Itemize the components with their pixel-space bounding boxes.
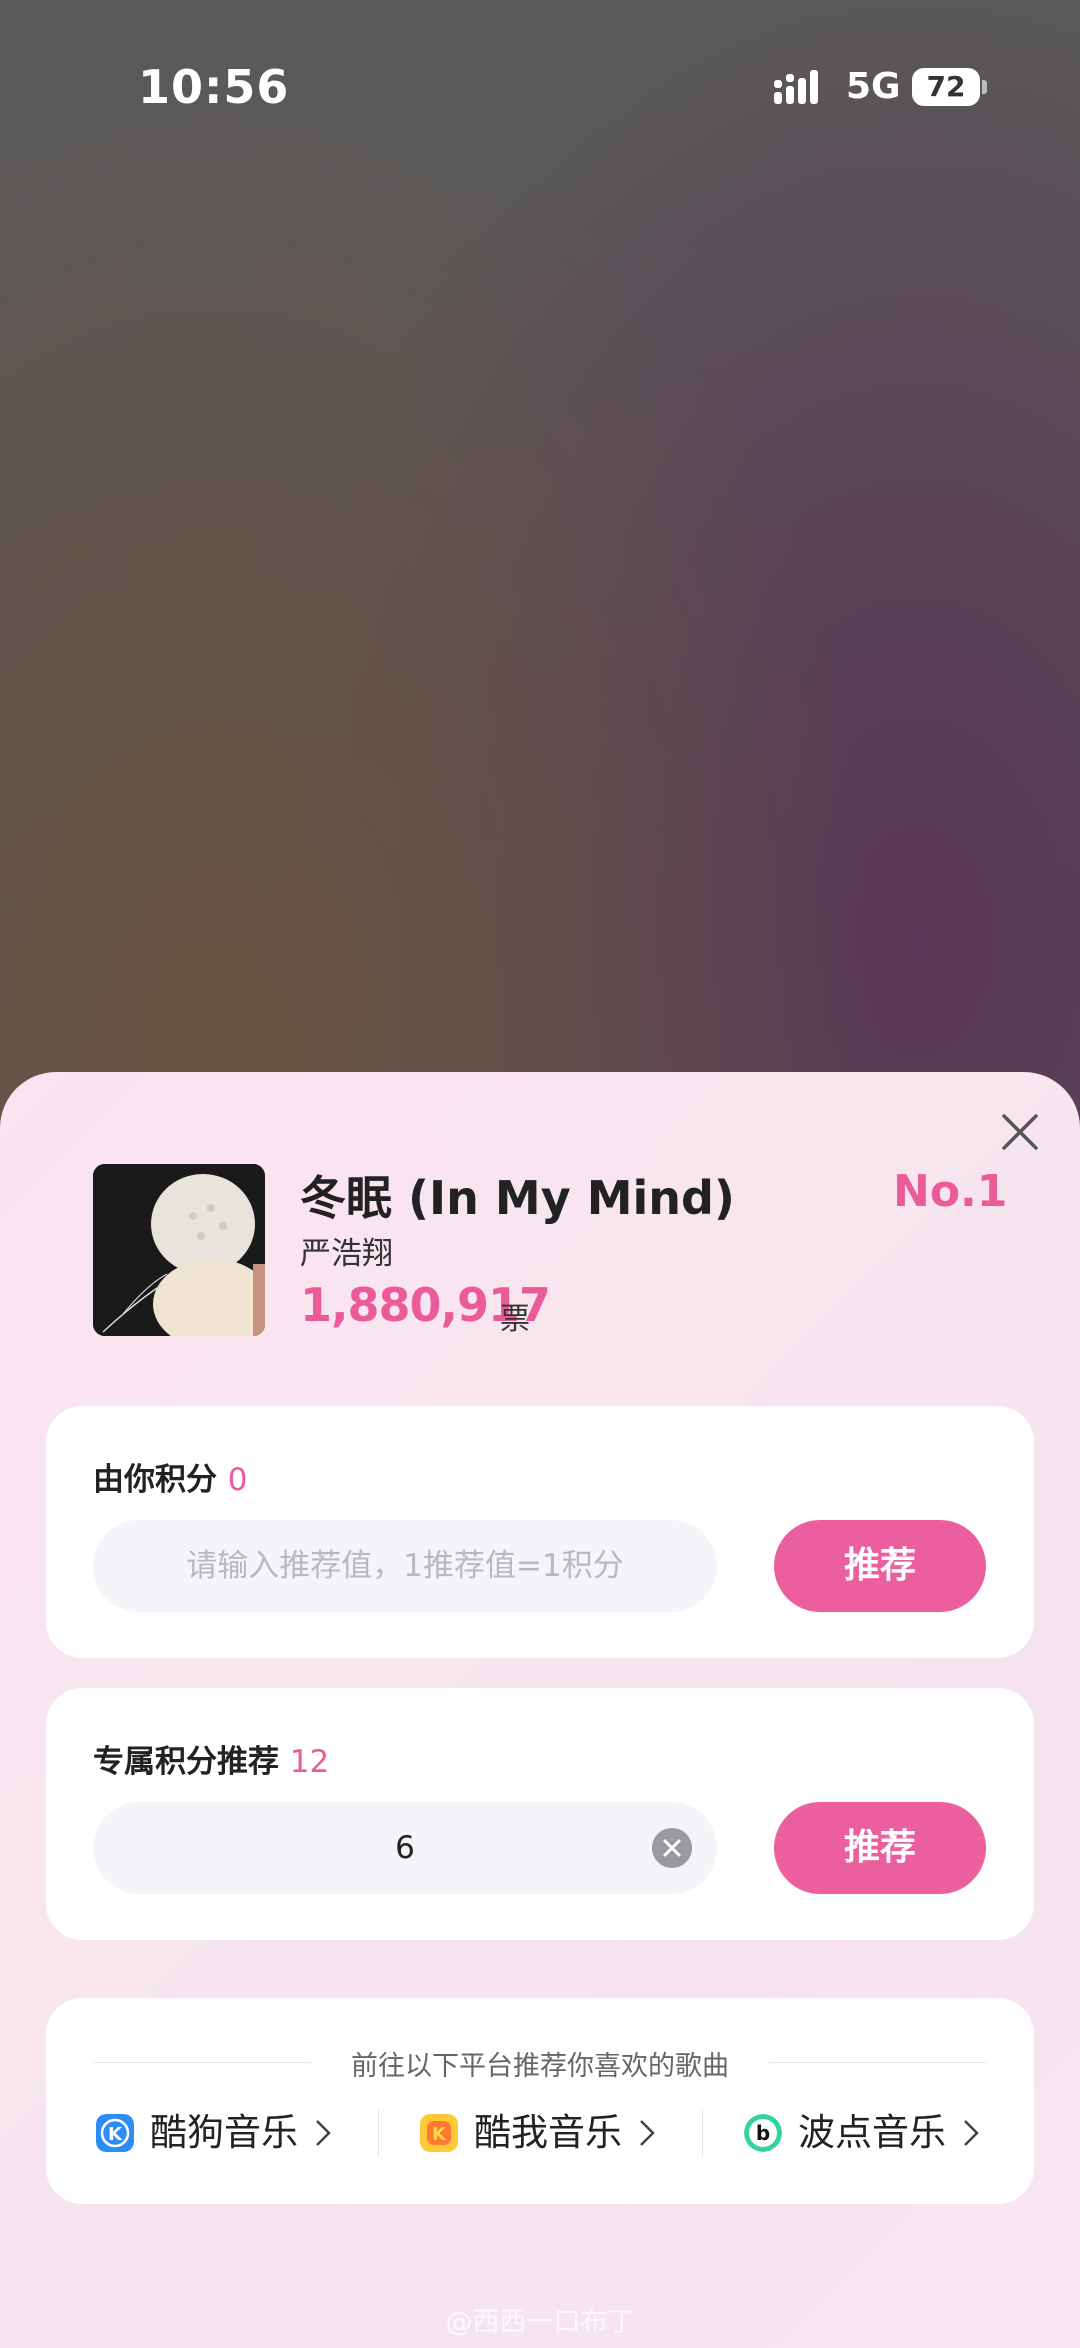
points-label: 由你积分 0 (93, 1454, 248, 1499)
chevron-right-icon (964, 2120, 979, 2146)
album-cover (93, 1164, 265, 1336)
exclusive-points-card: 专属积分推荐 12 6 推荐 (46, 1688, 1034, 1940)
battery-indicator: 72 (912, 68, 980, 106)
kugou-icon: K (96, 2114, 134, 2152)
status-bar: 10:56 5G 72 (0, 0, 1080, 176)
svg-text:b: b (756, 2121, 770, 2145)
points-card: 由你积分 0 请输入推荐值，1推荐值=1积分 推荐 (46, 1406, 1034, 1658)
platform-kuwo[interactable]: 酷我音乐 (474, 2108, 622, 2158)
platform-hint: 前往以下平台推荐你喜欢的歌曲 (351, 2051, 729, 2082)
vote-unit: 票 (500, 1302, 530, 1337)
svg-text:K: K (108, 2124, 123, 2145)
points-label-text: 由你积分 (93, 1462, 217, 1498)
platform-card (46, 1998, 1034, 2204)
bodian-icon: b (744, 2114, 782, 2152)
kuwo-icon: K (420, 2114, 458, 2152)
chevron-right-icon (640, 2120, 655, 2146)
recommend-button[interactable]: 推荐 (774, 1520, 986, 1612)
rank-badge: No.1 (893, 1166, 1008, 1217)
close-icon[interactable] (998, 1110, 1042, 1154)
exclusive-points-label: 专属积分推荐 12 (93, 1736, 329, 1781)
platform-bodian[interactable]: 波点音乐 (798, 2108, 946, 2158)
exclusive-value-input[interactable]: 6 (93, 1802, 717, 1894)
points-value: 0 (227, 1462, 248, 1498)
song-artist: 严浩翔 (300, 1236, 393, 1272)
status-time: 10:56 (138, 60, 290, 114)
watermark: @西西一口布丁 (445, 2307, 635, 2338)
network-type: 5G (846, 66, 901, 107)
exclusive-points-value: 12 (289, 1744, 330, 1780)
exclusive-recommend-button[interactable]: 推荐 (774, 1802, 986, 1894)
battery-tip (982, 80, 987, 94)
chevron-right-icon (316, 2120, 331, 2146)
clear-input-icon[interactable] (652, 1828, 692, 1868)
platform-kugou[interactable]: 酷狗音乐 (150, 2108, 298, 2158)
song-title: 冬眠 (In My Mind) (300, 1171, 735, 1225)
exclusive-label-text: 专属积分推荐 (93, 1744, 279, 1780)
platform-separator (378, 2110, 379, 2156)
svg-text:K: K (432, 2124, 447, 2145)
recommend-value-input[interactable]: 请输入推荐值，1推荐值=1积分 (93, 1520, 717, 1612)
platform-separator (702, 2110, 703, 2156)
signal-icon (774, 70, 818, 104)
